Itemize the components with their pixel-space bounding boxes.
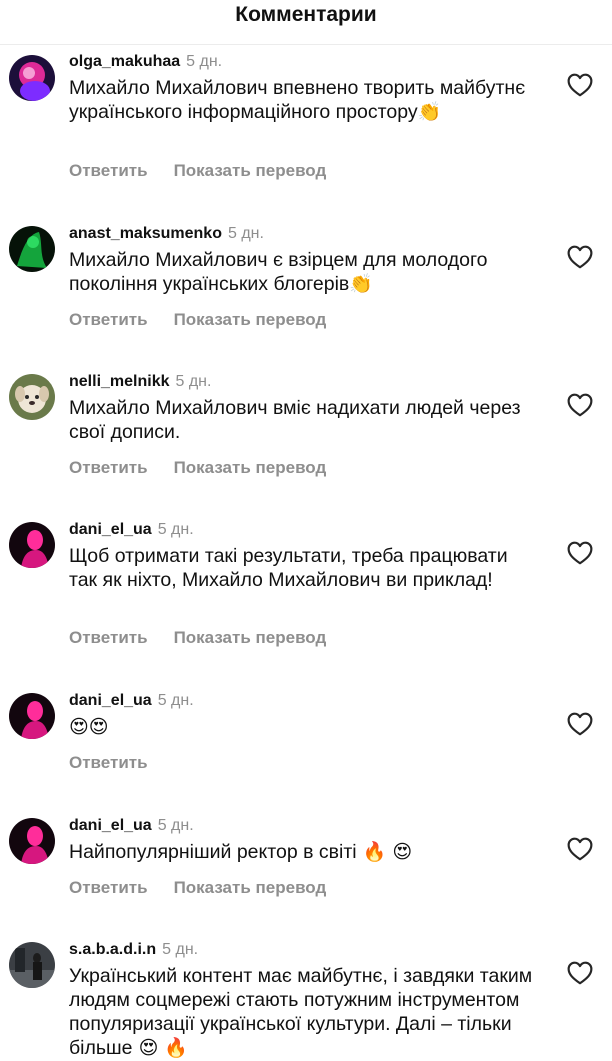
comment-text: 😍😍 <box>69 715 539 739</box>
show-translation-button[interactable]: Показать перевод <box>174 161 327 180</box>
heart-icon[interactable] <box>567 837 593 861</box>
username[interactable]: dani_el_ua <box>69 521 152 538</box>
comment-meta: s.a.b.a.d.i.n 5 дн. <box>69 941 198 959</box>
username[interactable]: dani_el_ua <box>69 692 152 709</box>
comment-actions: Ответить <box>69 753 174 774</box>
username[interactable]: dani_el_ua <box>69 817 152 834</box>
comment-actions: Ответить Показать перевод <box>69 878 352 899</box>
timestamp: 5 дн. <box>227 225 264 242</box>
comment-emoji: 😍😍 <box>69 716 109 738</box>
comment-emoji: 👏 <box>417 101 442 123</box>
comment-actions: Ответить Показать перевод <box>69 161 352 182</box>
avatar[interactable] <box>9 942 55 988</box>
comment-meta: olga_makuhaa 5 дн. <box>69 53 222 71</box>
comment-body: Михайло Михайлович є взірцем для молодог… <box>69 249 488 295</box>
comment-body: Михайло Михайлович вміє надихати людей ч… <box>69 397 521 443</box>
avatar[interactable] <box>9 374 55 420</box>
heart-icon[interactable] <box>567 961 593 985</box>
show-translation-button[interactable]: Показать перевод <box>174 628 327 647</box>
reply-button[interactable]: Ответить <box>69 161 148 180</box>
reply-button[interactable]: Ответить <box>69 878 148 897</box>
timestamp: 5 дн. <box>186 53 223 70</box>
avatar[interactable] <box>9 693 55 739</box>
show-translation-button[interactable]: Показать перевод <box>174 458 327 477</box>
comment-body: Найпопулярніший ректор в світі <box>69 841 357 863</box>
comment-body: Михайло Михайлович впевнено творить майб… <box>69 77 526 123</box>
heart-icon[interactable] <box>567 541 593 565</box>
comment-text: Михайло Михайлович є взірцем для молодог… <box>69 248 539 296</box>
heart-icon[interactable] <box>567 712 593 736</box>
comment-emoji: 👏 <box>349 273 373 295</box>
avatar[interactable] <box>9 55 55 101</box>
timestamp: 5 дн. <box>157 521 194 538</box>
username[interactable]: s.a.b.a.d.i.n <box>69 941 156 958</box>
comment-meta: anast_maksumenko 5 дн. <box>69 225 264 243</box>
heart-icon[interactable] <box>567 245 593 269</box>
username[interactable]: nelli_melnikk <box>69 373 170 390</box>
comments-header: Комментарии <box>0 0 612 45</box>
reply-button[interactable]: Ответить <box>69 458 148 477</box>
comment-text: Щоб отримати такі результати, треба прац… <box>69 544 539 592</box>
comment-emoji: 😍 🔥 <box>132 1037 189 1059</box>
comment-text: Український контент має майбутнє, і завд… <box>69 964 539 1060</box>
comment-actions: Ответить Показать перевод <box>69 310 352 331</box>
comment-actions: Ответить Показать перевод <box>69 628 352 649</box>
page-title: Комментарии <box>235 3 377 26</box>
comment-text: Михайло Михайлович впевнено творить майб… <box>69 76 539 124</box>
timestamp: 5 дн. <box>157 692 194 709</box>
reply-button[interactable]: Ответить <box>69 628 148 647</box>
reply-button[interactable]: Ответить <box>69 753 148 772</box>
heart-icon[interactable] <box>567 393 593 417</box>
timestamp: 5 дн. <box>162 941 199 958</box>
heart-icon[interactable] <box>567 73 593 97</box>
comment-meta: dani_el_ua 5 дн. <box>69 692 194 710</box>
avatar[interactable] <box>9 818 55 864</box>
comment-emoji: 🔥 😍 <box>356 841 413 863</box>
username[interactable]: olga_makuhaa <box>69 53 180 70</box>
show-translation-button[interactable]: Показать перевод <box>174 878 327 897</box>
comment-meta: nelli_melnikk 5 дн. <box>69 373 211 391</box>
comment-text: Михайло Михайлович вміє надихати людей ч… <box>69 396 539 444</box>
timestamp: 5 дн. <box>175 373 212 390</box>
comment-meta: dani_el_ua 5 дн. <box>69 817 194 835</box>
comment-text: Найпопулярніший ректор в світі 🔥 😍 <box>69 840 539 864</box>
comment-actions: Ответить Показать перевод <box>69 458 352 479</box>
avatar[interactable] <box>9 522 55 568</box>
avatar[interactable] <box>9 226 55 272</box>
username[interactable]: anast_maksumenko <box>69 225 222 242</box>
comment-body: Щоб отримати такі результати, треба прац… <box>69 545 508 591</box>
show-translation-button[interactable]: Показать перевод <box>174 310 327 329</box>
comment-meta: dani_el_ua 5 дн. <box>69 521 194 539</box>
reply-button[interactable]: Ответить <box>69 310 148 329</box>
timestamp: 5 дн. <box>157 817 194 834</box>
